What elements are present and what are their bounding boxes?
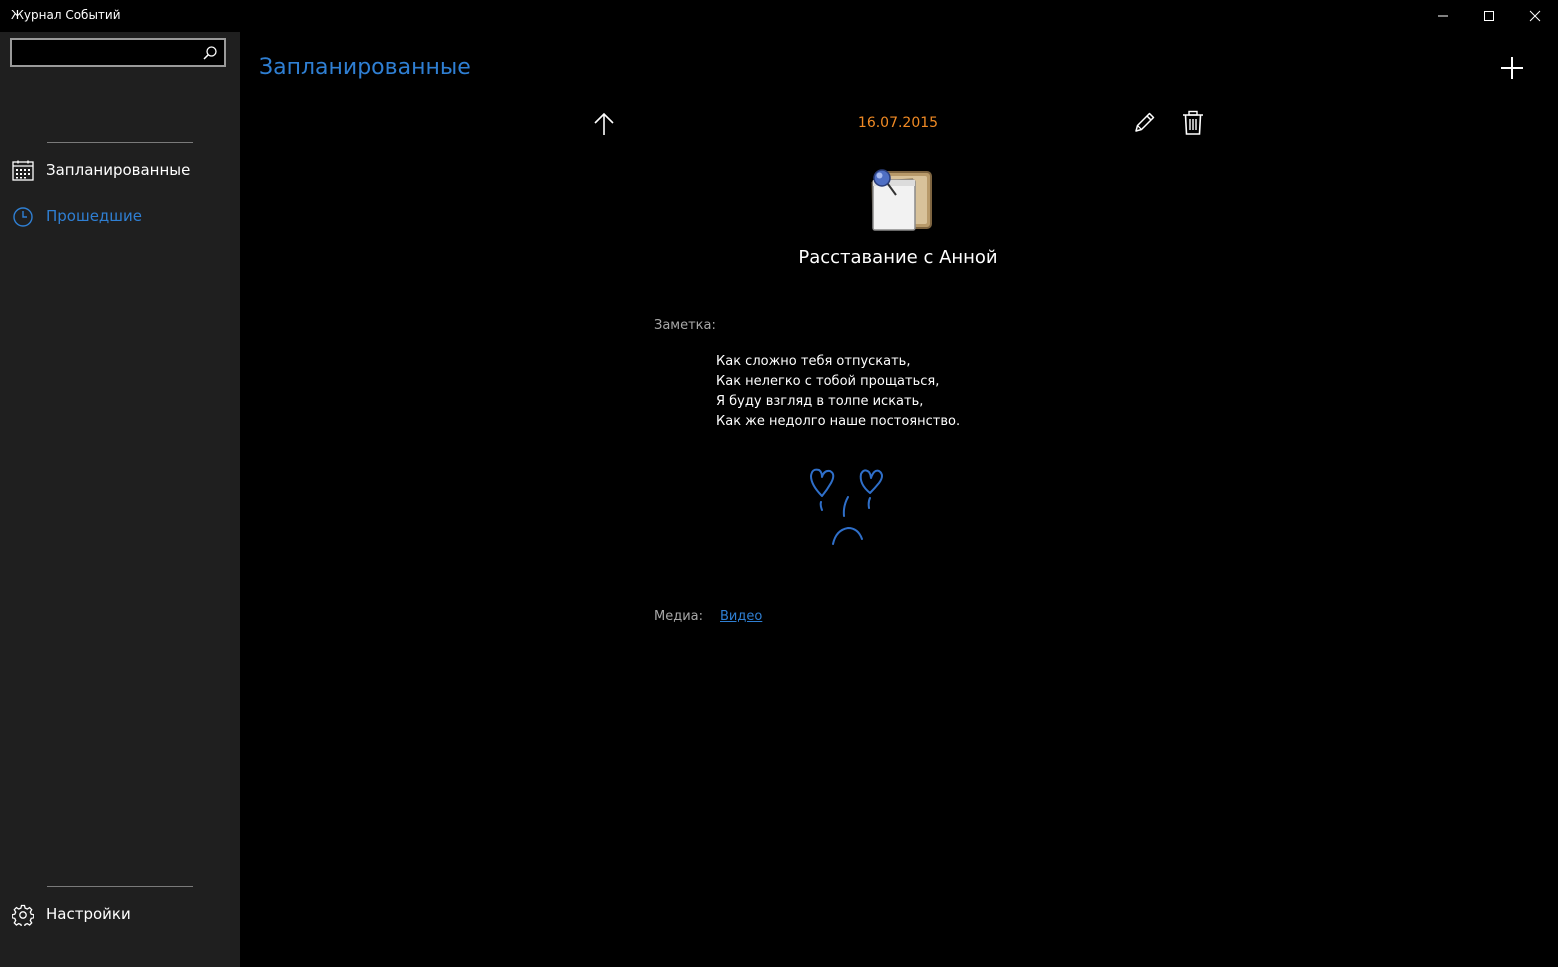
title-bar: Журнал Событий (0, 0, 1558, 32)
sidebar-item-label: Запланированные (46, 161, 191, 179)
note-line: Как сложно тебя отпускать, (716, 354, 911, 369)
app-title: Журнал Событий (11, 8, 121, 22)
app-window: Журнал Событий Запланированные Прошедшие… (0, 0, 1558, 967)
sad-face-drawing (810, 468, 883, 545)
main-content: Запланированные 16.07.2015 Расставание с… (240, 32, 1558, 967)
sidebar-divider-top (47, 142, 193, 143)
arrow-up-icon[interactable] (590, 110, 618, 138)
media-video-link[interactable]: Видео (720, 609, 762, 624)
note-line: Как же недолго наше постоянство. (716, 414, 961, 429)
note-line: Как нелегко с тобой прощаться, (716, 374, 940, 389)
sidebar-item-label: Настройки (46, 905, 131, 923)
pinned-note-icon (871, 169, 932, 231)
minimize-icon (1438, 15, 1448, 17)
note-text: Как сложно тебя отпускать, Как нелегко с… (716, 352, 960, 432)
search-input[interactable] (12, 40, 204, 65)
close-button[interactable] (1512, 0, 1558, 32)
maximize-button[interactable] (1466, 0, 1512, 32)
minimize-button[interactable] (1420, 0, 1466, 32)
close-icon (1529, 10, 1541, 22)
maximize-icon (1484, 11, 1494, 21)
note-line: Я буду взгляд в толпе искать, (716, 394, 924, 409)
note-label: Заметка: (654, 318, 716, 333)
clock-icon (13, 207, 33, 227)
sidebar-item-scheduled[interactable]: Запланированные (0, 150, 240, 190)
search-icon[interactable] (202, 45, 218, 61)
plus-icon[interactable] (1496, 52, 1528, 84)
media-label: Медиа: (654, 609, 703, 624)
pencil-icon[interactable] (1131, 110, 1157, 136)
sidebar: Запланированные Прошедшие Настройки (0, 32, 240, 967)
search-box (10, 38, 226, 67)
gear-icon (12, 904, 34, 926)
calendar-icon (12, 160, 34, 181)
page-title: Запланированные (259, 55, 471, 80)
event-date: 16.07.2015 (857, 115, 939, 131)
sidebar-item-settings[interactable]: Настройки (0, 894, 240, 934)
sidebar-item-label: Прошедшие (46, 207, 143, 225)
event-title: Расставание с Анной (798, 247, 998, 268)
trash-icon[interactable] (1181, 110, 1205, 136)
sidebar-item-past[interactable]: Прошедшие (0, 196, 240, 236)
sidebar-divider-bottom (47, 886, 193, 887)
